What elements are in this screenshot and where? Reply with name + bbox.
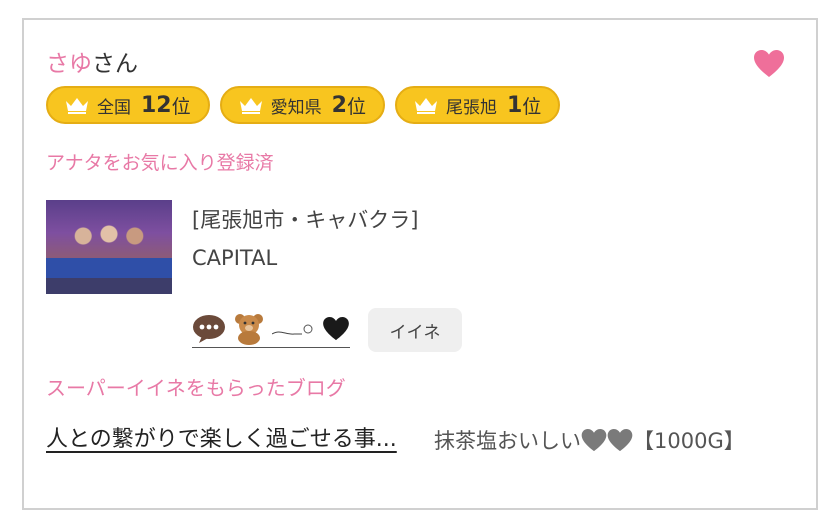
rank-badges: 全国 12 位 愛知県 2 位 尾張旭 1 位 <box>46 86 561 124</box>
blog-description-prefix: 抹茶塩おいしい <box>434 429 581 453</box>
rank-badge-city[interactable]: 尾張旭 1 位 <box>394 86 561 124</box>
shop-area: [尾張旭市・キャバクラ] <box>192 208 419 232</box>
blog-title[interactable]: 人との繋がりで楽しく過ごせる事... <box>46 427 397 452</box>
rank-suffix: 位 <box>171 95 191 118</box>
shop-name[interactable]: CAPITAL <box>192 246 277 270</box>
rank-area: 全国 <box>97 97 131 118</box>
iine-button[interactable]: イイネ <box>368 308 462 352</box>
rank-badge-prefecture[interactable]: 愛知県 2 位 <box>219 86 385 124</box>
rank-badge-national[interactable]: 全国 12 位 <box>46 86 210 124</box>
speech-bubble-icon <box>193 314 225 343</box>
bear-icon <box>235 313 263 345</box>
bio-row: イイネ <box>192 308 462 352</box>
rank-area: 尾張旭 <box>445 97 497 118</box>
super-iine-title: スーパーイイネをもらったブログ <box>46 376 346 400</box>
squiggle-decoration <box>272 324 313 335</box>
rank-number: 1 <box>506 92 523 118</box>
profile-name: さゆさん <box>46 44 138 78</box>
gray-heart-icon <box>607 429 633 452</box>
photo-people <box>66 220 152 260</box>
crown-icon <box>66 98 88 114</box>
heart-icon[interactable] <box>754 50 784 78</box>
blog-title-link[interactable]: 人との繋がりで楽しく過ごせる事... <box>46 423 406 457</box>
profile-card: さゆさん 全国 12 位 愛知県 2 位 尾張旭 1 位 アナタをお気に入り登録… <box>22 18 818 510</box>
rank-number: 2 <box>331 92 347 118</box>
black-heart-icon <box>323 316 349 340</box>
rank-suffix: 位 <box>522 95 542 118</box>
favorite-status: アナタをお気に入り登録済 <box>46 152 274 174</box>
blog-description: 抹茶塩おいしい 【1000G】 <box>434 424 774 458</box>
rank-number: 12 <box>141 92 172 118</box>
rank-area: 愛知県 <box>270 97 322 118</box>
blog-description-suffix: 【1000G】 <box>633 429 745 453</box>
photo-caption-band <box>46 258 172 278</box>
profile-name-suffix: さん <box>92 51 138 77</box>
profile-name-text: さゆ <box>46 51 92 77</box>
profile-photo[interactable] <box>46 200 172 294</box>
rank-suffix: 位 <box>346 95 366 118</box>
bio-emoji-link[interactable] <box>192 313 350 348</box>
gray-heart-icon <box>581 429 607 452</box>
crown-icon <box>239 98 262 114</box>
crown-icon <box>414 98 437 114</box>
photo-bottom <box>46 278 172 294</box>
